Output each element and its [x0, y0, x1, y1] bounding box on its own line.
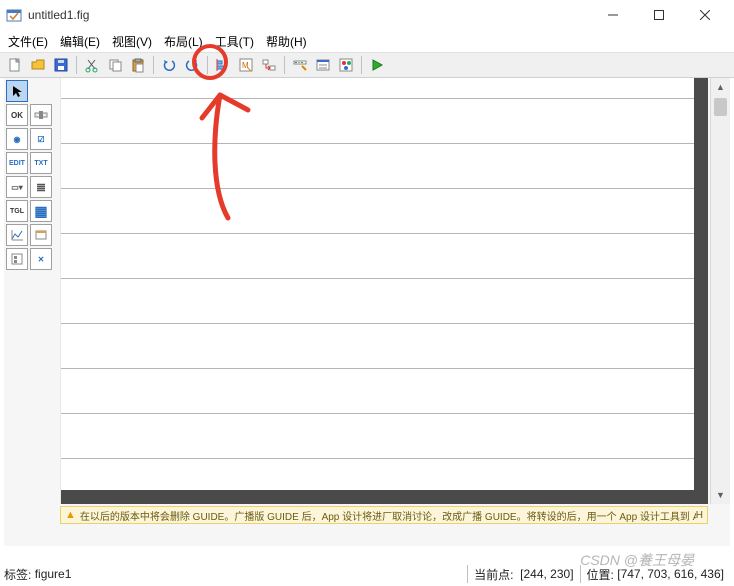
warning-right-text: H [696, 510, 703, 521]
table-tool[interactable]: ▦ [30, 200, 52, 222]
position-label: 位置: [587, 566, 614, 583]
open-file-button[interactable] [27, 54, 49, 76]
component-palette: OK ◉ ☑ EDIT TXT ▭▾ ≣ TGL ▦ ✕ [6, 80, 56, 270]
copy-button[interactable] [104, 54, 126, 76]
align-button[interactable] [212, 54, 234, 76]
window-title: untitled1.fig [28, 8, 590, 22]
minimize-button[interactable] [590, 0, 636, 30]
warning-text: 在以后的版本中将会删除 GUIDE。广播版 GUIDE 后，App 设计将进厂取… [80, 508, 696, 523]
menu-view[interactable]: 视图(V) [108, 31, 156, 52]
app-icon [6, 7, 22, 23]
menu-tools[interactable]: 工具(T) [211, 31, 258, 52]
menu-layout[interactable]: 布局(L) [160, 31, 207, 52]
menu-editor-button[interactable] [312, 54, 334, 76]
scroll-thumb[interactable] [714, 98, 727, 116]
edit-text-tool[interactable]: EDIT [6, 152, 28, 174]
menu-file[interactable]: 文件(E) [4, 31, 52, 52]
run-button[interactable] [366, 54, 388, 76]
save-file-button[interactable] [50, 54, 72, 76]
canvas-edge-right [694, 78, 708, 504]
warning-icon: ▲ [65, 509, 76, 521]
object-browser-button[interactable] [335, 54, 357, 76]
current-point-label: 当前点: [474, 566, 513, 583]
slider-tool[interactable] [30, 104, 52, 126]
panel-tool[interactable] [30, 224, 52, 246]
button-group-tool[interactable] [6, 248, 28, 270]
current-point-value: [244, 230] [520, 567, 573, 581]
listbox-tool[interactable]: ≣ [30, 176, 52, 198]
tab-order-button[interactable] [258, 54, 280, 76]
paste-button[interactable] [127, 54, 149, 76]
cut-button[interactable] [81, 54, 103, 76]
m-editor-button[interactable]: M [235, 54, 257, 76]
status-bar: 标签: figure1 当前点: [244, 230] 位置: [747, 70… [4, 564, 730, 584]
undo-button[interactable] [158, 54, 180, 76]
push-button-tool[interactable]: OK [6, 104, 28, 126]
close-button[interactable] [682, 0, 728, 30]
menu-edit[interactable]: 编辑(E) [56, 31, 104, 52]
titlebar: untitled1.fig [0, 0, 734, 30]
static-text-tool[interactable]: TXT [30, 152, 52, 174]
design-canvas[interactable] [60, 78, 708, 504]
toolbar-editor-button[interactable] [289, 54, 311, 76]
maximize-button[interactable] [636, 0, 682, 30]
warning-bar: ▲ 在以后的版本中将会删除 GUIDE。广播版 GUIDE 后，App 设计将进… [60, 506, 708, 524]
tag-value: figure1 [35, 567, 72, 581]
redo-button[interactable] [181, 54, 203, 76]
main-pane: OK ◉ ☑ EDIT TXT ▭▾ ≣ TGL ▦ ✕ ▲ ▼ ▲ [4, 78, 730, 546]
toggle-button-tool[interactable]: TGL [6, 200, 28, 222]
toolbar: M [0, 52, 734, 78]
scroll-up-icon[interactable]: ▲ [711, 78, 730, 96]
activex-tool[interactable]: ✕ [30, 248, 52, 270]
new-file-button[interactable] [4, 54, 26, 76]
canvas-edge-bottom [61, 490, 708, 504]
radio-button-tool[interactable]: ◉ [6, 128, 28, 150]
popup-menu-tool[interactable]: ▭▾ [6, 176, 28, 198]
scroll-down-icon[interactable]: ▼ [711, 486, 730, 504]
menu-help[interactable]: 帮助(H) [262, 31, 311, 52]
checkbox-tool[interactable]: ☑ [30, 128, 52, 150]
menubar: 文件(E) 编辑(E) 视图(V) 布局(L) 工具(T) 帮助(H) [0, 30, 734, 52]
tag-label: 标签: [4, 566, 31, 583]
position-value: [747, 703, 616, 436] [617, 567, 724, 581]
axes-tool[interactable] [6, 224, 28, 246]
select-tool[interactable] [6, 80, 28, 102]
vertical-scrollbar[interactable]: ▲ ▼ [710, 78, 730, 504]
